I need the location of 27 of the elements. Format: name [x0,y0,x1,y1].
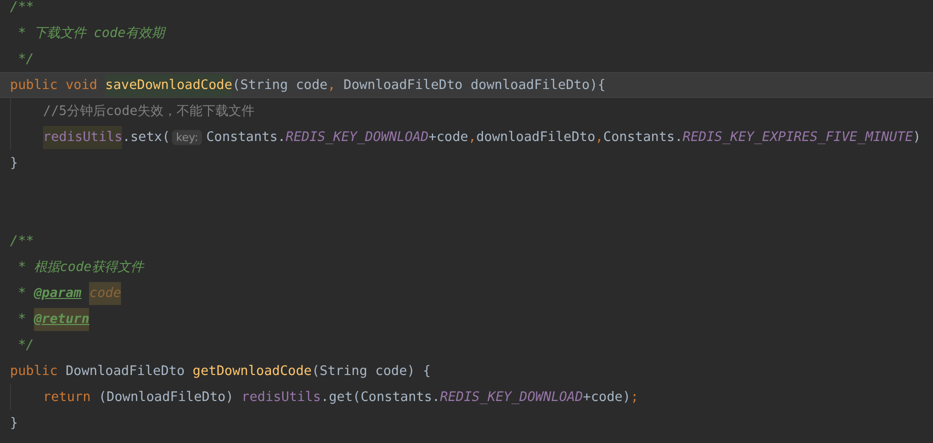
inlay-hint: key: [172,130,202,144]
code-text: } [10,156,18,170]
code-line[interactable]: return (DownloadFileDto) redisUtils.get(Constants.REDIS_KEY_DOWNLOAD+code); [0,384,933,410]
code-text: return (DownloadFileDto) redisUtils.get(Constants.REDIS_KEY_DOWNLOAD+code); [43,390,639,404]
code-line[interactable]: public DownloadFileDto getDownloadCode(String code) { [0,358,933,384]
code-line[interactable]: /** [0,228,933,254]
code-line[interactable]: */ [0,46,933,72]
code-line[interactable]: * @return [0,306,933,332]
code-line[interactable]: redisUtils.setx( key: Constants.REDIS_KEY_DOWNLOAD+code,downloadFileDto,Constants.REDIS_KEY_EXPIRES_FIVE_MINUTE) [0,124,933,150]
code-line[interactable]: * 下载文件 code有效期 [0,20,933,46]
code-text: * 根据code获得文件 [16,259,144,276]
code-text: */ [16,338,34,352]
code-text: * 下载文件 code有效期 [16,25,165,42]
code-line[interactable]: * 根据code获得文件 [0,254,933,280]
code-text: //5分钟后code失效，不能下载文件 [43,103,255,120]
code-line[interactable]: } [0,150,933,176]
code-line[interactable]: */ [0,332,933,358]
code-line[interactable]: } [0,410,933,436]
code-text: /** [10,0,34,14]
code-line[interactable]: /** [0,0,933,20]
code-text: public DownloadFileDto getDownloadCode(String code) { [10,364,431,378]
code-line[interactable]: //5分钟后code失效，不能下载文件 [0,98,933,124]
code-line[interactable]: * @param code [0,280,933,306]
code-text: } [10,416,18,430]
code-text: Constants.REDIS_KEY_DOWNLOAD+code,downloadFileDto,Constants.REDIS_KEY_EXPIRES_FIVE_MINUTE) [206,130,921,144]
code-text: */ [16,52,34,66]
code-text: /** [10,234,34,248]
